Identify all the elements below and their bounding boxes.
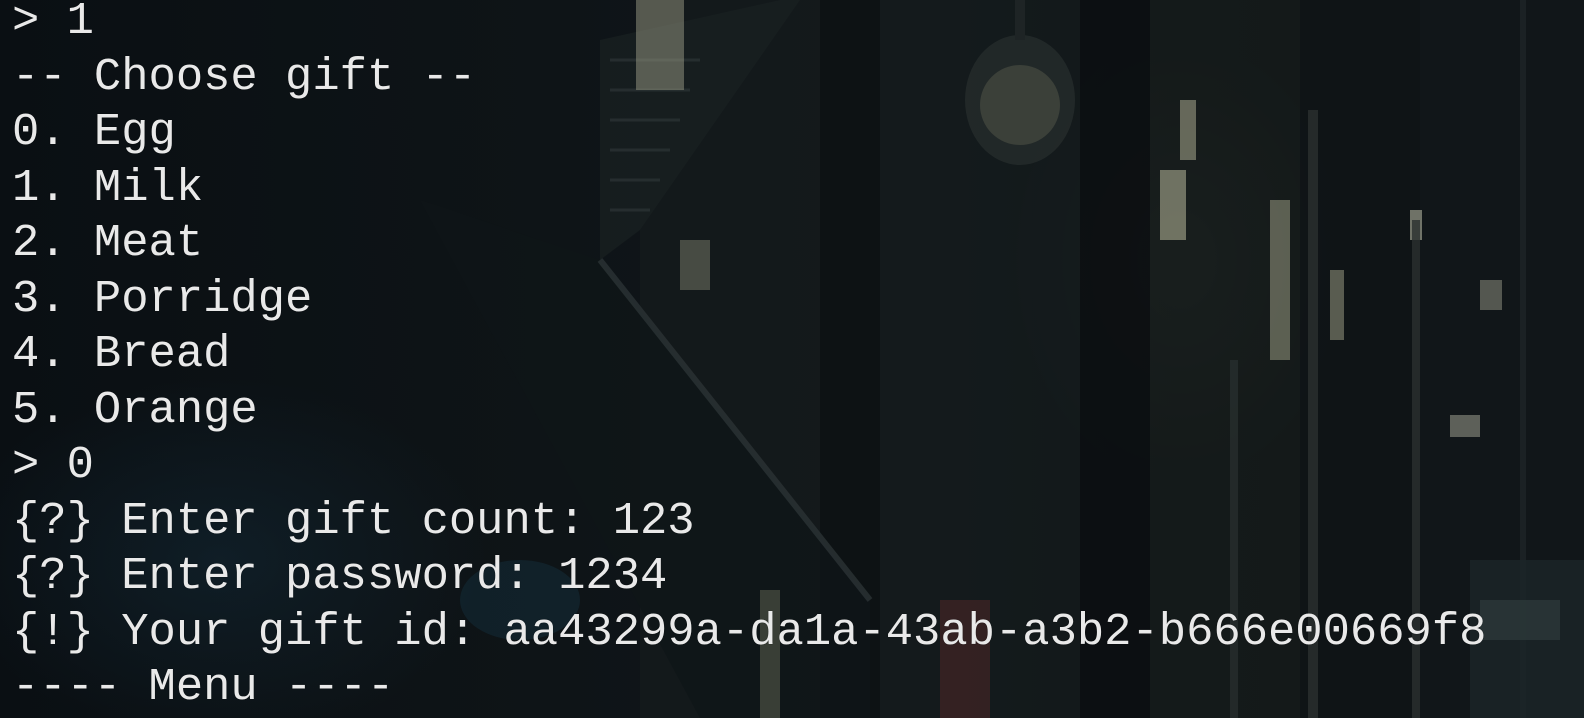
gift-option-porridge: 3. Porridge: [12, 272, 313, 325]
gift-option-milk: 1. Milk: [12, 161, 204, 214]
gift-id-output: {!} Your gift id: aa43299a-da1a-43ab-a3b…: [12, 605, 1487, 658]
gift-option-bread: 4. Bread: [12, 328, 231, 380]
gift-option-orange: 5. Orange: [12, 383, 258, 436]
gift-count-prompt: {?} Enter gift count: 123: [12, 494, 695, 547]
menu-header: ---- Menu ----: [12, 661, 395, 713]
gift-option-egg: 0. Egg: [12, 106, 176, 158]
prompt-input-line: > 1: [12, 0, 94, 47]
terminal-window[interactable]: > 1 -- Choose gift -- 0. Egg 1. Milk 2. Meat…: [0, 0, 1584, 718]
gift-menu-header: -- Choose gift --: [12, 50, 477, 103]
gift-option-meat: 2. Meat: [12, 217, 204, 269]
prompt-input-line: > 0: [12, 439, 94, 491]
terminal-output: > 1 -- Choose gift -- 0. Egg 1. Milk 2. Meat…: [12, 0, 1486, 716]
password-prompt: {?} Enter password: 1234: [12, 550, 668, 602]
